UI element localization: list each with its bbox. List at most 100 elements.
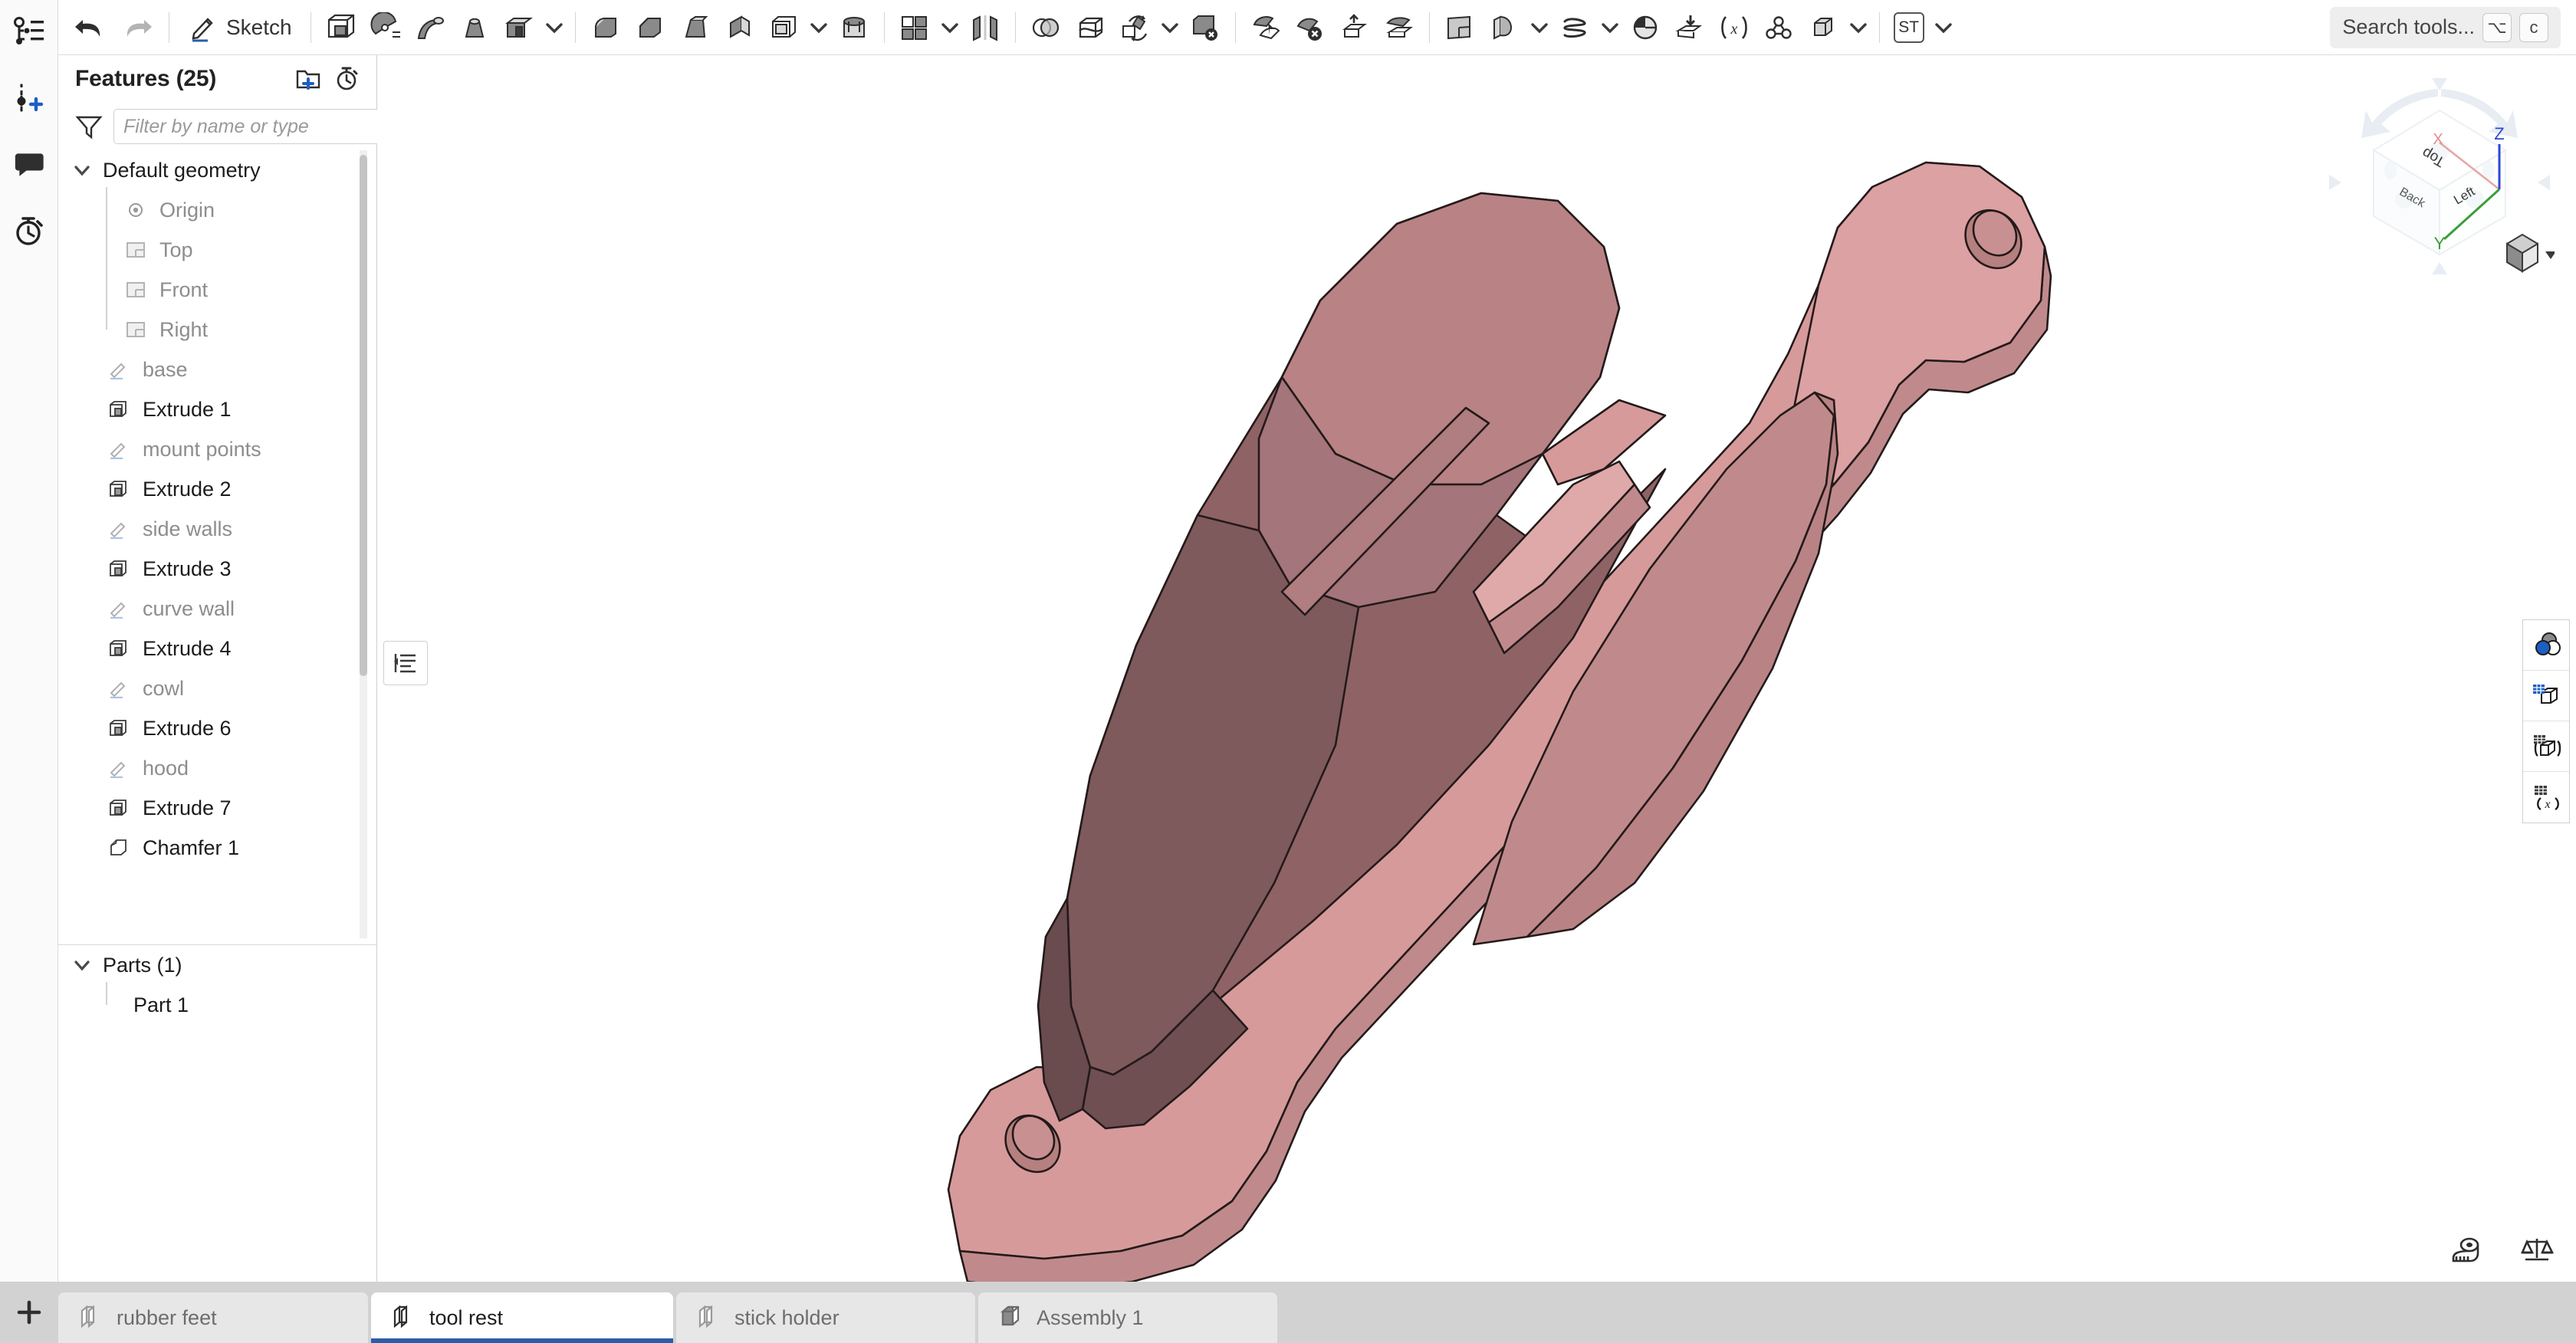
split-icon[interactable] [1068, 4, 1112, 51]
filter-input[interactable] [113, 109, 383, 144]
toolbar-divider-5 [1014, 11, 1016, 43]
feature-tree-scrollbar[interactable] [360, 155, 367, 676]
move-face-icon[interactable] [1244, 4, 1288, 51]
boolean-icon[interactable] [1024, 4, 1068, 51]
chevron-down-icon-1[interactable] [541, 4, 567, 51]
assembly-toolbar-icon[interactable] [1801, 4, 1845, 51]
hole-icon[interactable] [832, 4, 876, 51]
replace-face-icon[interactable] [1332, 4, 1377, 51]
sheet-metal-icon[interactable] [1482, 4, 1526, 51]
tree-item-curve-wall[interactable]: curve wall [58, 589, 376, 629]
tree-item-part-1-label: Part 1 [133, 993, 189, 1016]
rib-icon[interactable] [717, 4, 761, 51]
configure-icon[interactable] [1756, 4, 1801, 51]
comments-icon[interactable] [0, 132, 58, 198]
tree-item-cowl-label: cowl [143, 676, 185, 700]
tree-item-side-walls[interactable]: side walls [58, 509, 376, 549]
revolve-icon[interactable] [363, 4, 408, 51]
appearance-icon[interactable] [2523, 620, 2569, 671]
feature-tree: Default geometry Origin Top Front Right … [58, 150, 376, 1025]
sheet-metal-badge[interactable]: ST [1888, 4, 1930, 51]
mirror-icon[interactable] [963, 4, 1007, 51]
import-icon[interactable] [1668, 4, 1712, 51]
tree-item-chamfer-1[interactable]: Chamfer 1 [58, 828, 376, 868]
tree-item-extrude-7[interactable]: Extrude 7 [58, 788, 376, 828]
tree-item-mount-points[interactable]: mount points [58, 429, 376, 469]
tree-group-parts[interactable]: Parts (1) [58, 945, 376, 985]
tree-item-front-plane[interactable]: Front [58, 267, 376, 313]
model-render[interactable] [377, 55, 2576, 1282]
mass-properties-icon[interactable] [2519, 1235, 2555, 1268]
plane-icon[interactable] [1438, 4, 1482, 51]
view-cube-axis-x-label: X [2433, 131, 2443, 148]
tree-item-part-1[interactable]: Part 1 [58, 982, 376, 1025]
tree-item-extrude-4-label: Extrude 4 [143, 636, 232, 660]
insert-icon[interactable] [0, 66, 58, 132]
tab-rubber-feet[interactable]: rubber feet [58, 1292, 368, 1343]
tree-item-top-plane[interactable]: Top [58, 227, 376, 273]
tree-item-right-plane[interactable]: Right [58, 307, 376, 350]
expression-icon[interactable]: x [1712, 4, 1756, 51]
plane-icon-top [123, 237, 149, 263]
tree-item-extrude-1[interactable]: Extrude 1 [58, 389, 376, 429]
section-view-icon[interactable] [2523, 721, 2569, 772]
new-folder-icon[interactable] [295, 67, 321, 91]
thicken-icon[interactable] [497, 4, 541, 51]
tree-item-extrude-4[interactable]: Extrude 4 [58, 629, 376, 668]
redo-button[interactable] [113, 4, 161, 51]
tree-group-default-geometry[interactable]: Default geometry [58, 150, 376, 190]
search-shortcut-key-option: ⌥ [2482, 12, 2512, 42]
search-tools-input[interactable]: Search tools... ⌥ c [2330, 6, 2561, 48]
section-pie-icon[interactable] [1623, 4, 1668, 51]
tree-item-extrude-2[interactable]: Extrude 2 [58, 469, 376, 509]
tab-stick-holder-label: stick holder [734, 1305, 840, 1329]
draft-icon[interactable] [672, 4, 717, 51]
add-tab-button[interactable] [0, 1282, 58, 1343]
tree-item-extrude-6[interactable]: Extrude 6 [58, 708, 376, 748]
extrude-icon[interactable] [319, 4, 363, 51]
extrude-icon-6 [106, 715, 132, 741]
tree-item-hood[interactable]: hood [58, 748, 376, 788]
chevron-down-icon-7[interactable] [1845, 4, 1871, 51]
feature-tree-icon[interactable] [0, 0, 58, 66]
rollback-history-icon[interactable] [334, 66, 360, 92]
tab-stick-holder[interactable]: stick holder [676, 1292, 975, 1343]
tree-item-extrude-3-label: Extrude 3 [143, 557, 232, 580]
chevron-down-icon-parts[interactable] [72, 955, 92, 975]
chevron-down-icon-default-geometry[interactable] [72, 160, 92, 180]
graphics-viewport[interactable]: Top Back Left X Y Z x [377, 55, 2576, 1282]
display-state-icon[interactable] [2523, 671, 2569, 721]
tree-item-origin[interactable]: Origin [58, 187, 376, 233]
view-cube[interactable]: Top Back Left X Y Z [2325, 77, 2556, 284]
pattern-icon[interactable] [892, 4, 937, 51]
chevron-down-icon-2[interactable] [806, 4, 832, 51]
chevron-down-icon-8[interactable] [1930, 4, 1957, 51]
extrude-icon-7 [106, 795, 132, 821]
history-icon[interactable] [0, 198, 58, 264]
tree-item-extrude-3[interactable]: Extrude 3 [58, 549, 376, 589]
sketch-button[interactable]: Sketch [177, 4, 303, 51]
sweep-icon[interactable] [408, 4, 452, 51]
measure-icon[interactable] [2449, 1235, 2484, 1268]
loft-icon[interactable] [452, 4, 497, 51]
tab-assembly-1[interactable]: Assembly 1 [978, 1292, 1277, 1343]
chevron-down-icon-4[interactable] [1157, 4, 1183, 51]
variable-studio-icon[interactable]: x [2523, 772, 2569, 823]
fillet-icon[interactable] [583, 4, 628, 51]
undo-button[interactable] [66, 4, 113, 51]
chevron-down-icon-6[interactable] [1597, 4, 1623, 51]
chamfer-icon[interactable] [628, 4, 672, 51]
tree-item-base[interactable]: base [58, 350, 376, 389]
helix-icon[interactable] [1552, 4, 1597, 51]
filter-icon[interactable] [75, 113, 103, 140]
shell-icon[interactable] [761, 4, 806, 51]
transform-icon[interactable] [1112, 4, 1157, 51]
tab-tool-rest[interactable]: tool rest [371, 1292, 673, 1343]
delete-face-icon[interactable] [1288, 4, 1332, 51]
delete-part-icon[interactable] [1183, 4, 1227, 51]
tree-item-cowl[interactable]: cowl [58, 668, 376, 708]
offset-face-icon[interactable] [1377, 4, 1421, 51]
chevron-down-icon-3[interactable] [937, 4, 963, 51]
show-hide-panel-button[interactable] [383, 641, 428, 685]
chevron-down-icon-5[interactable] [1526, 4, 1552, 51]
